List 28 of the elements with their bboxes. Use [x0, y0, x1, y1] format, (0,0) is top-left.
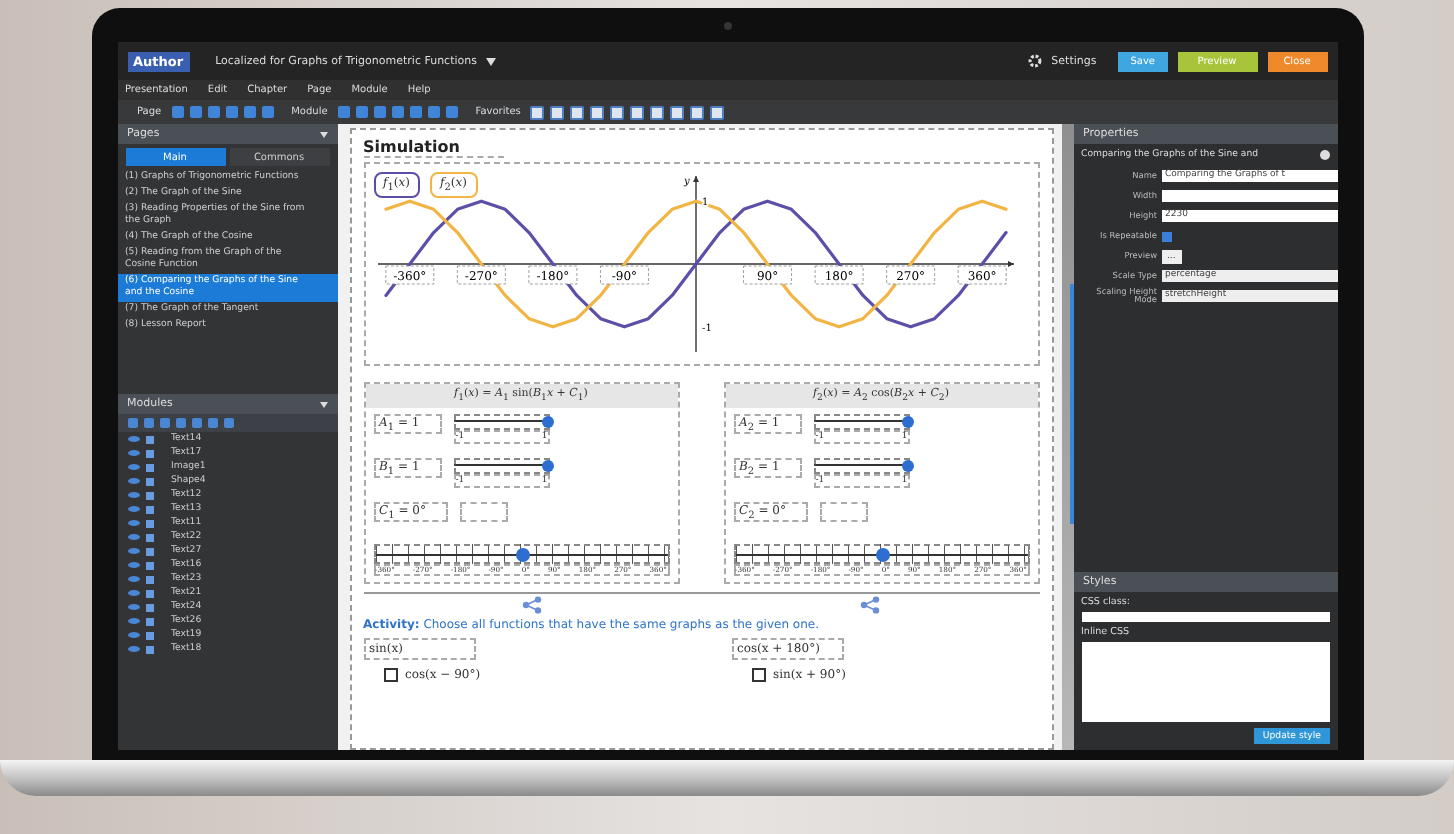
- caret-icon[interactable]: [319, 131, 327, 137]
- camera-icon: [723, 22, 731, 30]
- slider-thumb[interactable]: [875, 548, 889, 563]
- share-icon[interactable]: [860, 596, 880, 615]
- slider-track[interactable]: [813, 414, 910, 431]
- caret-icon[interactable]: [486, 57, 497, 65]
- checkbox[interactable]: [383, 668, 397, 683]
- slider-thumb[interactable]: [901, 416, 914, 429]
- slider-thumb[interactable]: [901, 460, 914, 473]
- help-icon[interactable]: [1319, 150, 1329, 160]
- slider-track[interactable]: [813, 458, 910, 475]
- slider-thumb[interactable]: [515, 548, 529, 563]
- slider-thumb[interactable]: [541, 460, 554, 473]
- slider-track[interactable]: [453, 414, 550, 431]
- placeholder-box: [459, 502, 508, 523]
- checkbox[interactable]: [1161, 231, 1171, 241]
- settings-icon[interactable]: [1027, 54, 1042, 68]
- slider-thumb[interactable]: [541, 416, 554, 429]
- section-title: Simulation: [363, 138, 503, 158]
- placeholder-box: [819, 502, 868, 523]
- share-icon[interactable]: [522, 596, 542, 615]
- checkbox[interactable]: [751, 668, 765, 683]
- caret-icon[interactable]: [319, 401, 327, 407]
- angle-slider[interactable]: [733, 544, 1029, 565]
- input-field[interactable]: [1161, 190, 1337, 202]
- angle-slider[interactable]: [373, 544, 669, 565]
- slider-track[interactable]: [453, 458, 550, 475]
- scrollbar[interactable]: [1069, 284, 1073, 524]
